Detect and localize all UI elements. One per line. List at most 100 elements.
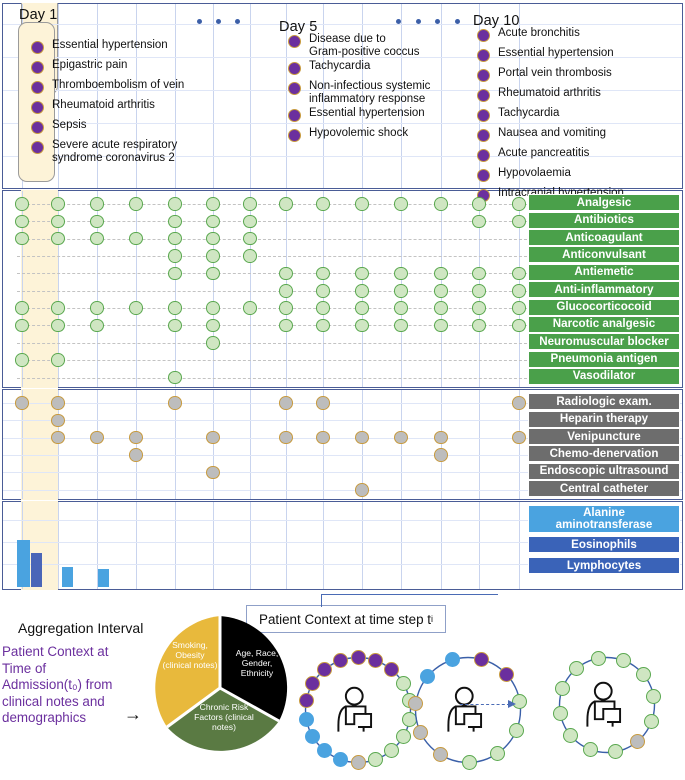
gridline-col-10 (401, 502, 402, 589)
medication-dot-1-6 (243, 214, 257, 229)
medication-dot-9-1 (51, 353, 65, 367)
medication-dot-0-11 (434, 197, 448, 211)
diagnosis-dot-3-3 (477, 89, 490, 102)
medication-dot-4-8 (316, 266, 330, 281)
procedure-dot-3-3 (129, 448, 143, 462)
lab-label-1: Eosinophils (528, 536, 680, 553)
medication-dot-0-9 (355, 197, 369, 211)
gridline-col-10 (401, 390, 402, 499)
rowline-med-5 (17, 290, 532, 292)
pie-label-smoking: Smoking, Obesity (clinical notes) (162, 640, 218, 670)
gridline-col-3 (136, 502, 137, 589)
circle-event-dot-1-5 (461, 754, 477, 770)
context-connector-line (321, 594, 498, 607)
medication-dot-4-7 (279, 266, 293, 281)
gridline-col-5 (213, 390, 214, 499)
medication-dot-7-10 (394, 318, 408, 333)
circle-event-dot-0-16 (316, 662, 332, 678)
medication-dot-6-6 (243, 301, 257, 315)
gridline-col-8 (323, 502, 324, 589)
procedure-dot-2-8 (316, 430, 330, 445)
diagnosis-dot-1-2 (31, 81, 44, 94)
medication-dot-7-9 (355, 318, 369, 333)
procedure-dot-2-3 (129, 430, 143, 445)
medication-label-1: Antibiotics (528, 211, 680, 229)
rowline-med-3 (17, 256, 532, 258)
ellipsis-dot-2 (235, 19, 240, 24)
rowline-med-10 (17, 377, 532, 379)
day-label-3: Day 10 (473, 13, 520, 29)
medication-dot-4-10 (394, 266, 408, 281)
diagnosis-dot-3-4 (477, 109, 490, 122)
diagnosis-label-2-4: Hypovolemic shock (309, 127, 409, 139)
medication-label-7: Narcotic analgesic (528, 315, 680, 333)
medication-dot-6-1 (51, 301, 65, 315)
diagnosis-label-1-4: Sepsis (52, 119, 87, 131)
rowline-med-4 (17, 273, 532, 275)
gridline-col-3 (136, 390, 137, 499)
gridline-col-1 (58, 502, 59, 589)
medication-dot-0-7 (279, 197, 293, 211)
procedure-dot-0-7 (279, 396, 293, 410)
medication-dot-10-4 (168, 370, 182, 385)
medication-dot-3-4 (168, 249, 182, 263)
gridline-col-5 (213, 502, 214, 589)
procedure-dot-3-11 (434, 448, 448, 462)
medication-label-8: Neuromuscular blocker (528, 333, 680, 351)
medication-dot-5-7 (279, 284, 293, 298)
circle-event-dot-1-9 (420, 669, 436, 685)
medication-dot-6-0 (15, 301, 29, 315)
diagnosis-label-1-3: Rheumatoid arthritis (52, 99, 155, 111)
circle-event-dot-0-10 (332, 751, 348, 767)
medication-dot-7-2 (90, 318, 104, 333)
medication-dot-5-8 (316, 284, 330, 298)
lab-label-2: Lymphocytes (528, 557, 680, 574)
medication-dot-0-12 (472, 197, 486, 211)
gridline-col-11 (441, 390, 442, 499)
gridline-col-4 (175, 502, 176, 589)
lab-bar-1 (31, 553, 42, 587)
diagnosis-dot-1-0 (31, 41, 44, 54)
medication-dot-6-4 (168, 301, 182, 315)
medication-dot-6-3 (129, 301, 143, 315)
aggregation-interval-label: Aggregation Interval (18, 620, 144, 636)
gridline-col-12 (479, 502, 480, 589)
medication-dot-2-3 (129, 231, 143, 246)
medication-dot-6-8 (316, 301, 330, 315)
gridline-col-6 (250, 4, 251, 188)
circle-event-dot-0-9 (350, 755, 366, 770)
medication-dot-2-1 (51, 231, 65, 246)
medication-dot-4-4 (168, 266, 182, 281)
lab-label-0: Alanine aminotransferase (528, 505, 680, 533)
circle-event-dot-0-17 (332, 653, 348, 669)
medication-dot-5-13 (512, 284, 526, 298)
gridline-col-12 (479, 390, 480, 499)
pie-label-chronic-risk: Chronic Risk Factors (clinical notes) (194, 702, 254, 732)
diagnosis-dot-1-3 (31, 101, 44, 114)
circle-event-dot-2-10 (568, 661, 584, 677)
diagnosis-label-2-0: Disease due to Gram-positive coccus (309, 33, 420, 58)
gridline-col-11 (441, 502, 442, 589)
patient-context-admission-label: Patient Context at Time of Admission(t₀)… (2, 644, 113, 725)
lab-bar-3 (98, 569, 109, 587)
medication-dot-4-5 (206, 266, 220, 281)
procedure-label-0: Radiologic exam. (528, 393, 680, 411)
medication-dot-4-11 (434, 266, 448, 281)
lab-bar-2 (62, 567, 73, 587)
medication-dot-1-5 (206, 214, 220, 229)
diagnosis-label-3-7: Hypovolaemia (498, 167, 571, 179)
medication-dot-1-0 (15, 214, 29, 229)
medication-dot-6-7 (279, 301, 293, 315)
diagnosis-label-3-3: Rheumatoid arthritis (498, 87, 601, 99)
diagnosis-dot-3-1 (477, 49, 490, 62)
patient-context-pie-chart (155, 616, 288, 751)
medication-label-2: Anticoagulant (528, 229, 680, 247)
medication-dot-5-10 (394, 284, 408, 298)
medication-dot-4-9 (355, 266, 369, 281)
patient-circle-tn (552, 650, 662, 760)
diagnosis-dot-3-0 (477, 29, 490, 42)
diagnosis-dot-2-2 (288, 82, 301, 95)
medication-dot-7-0 (15, 318, 29, 333)
procedure-dot-2-2 (90, 430, 104, 445)
diagnosis-dot-1-1 (31, 61, 44, 74)
